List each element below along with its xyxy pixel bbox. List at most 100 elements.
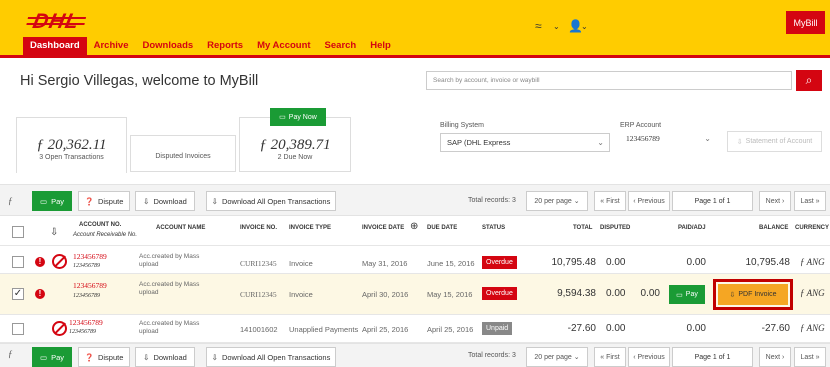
account-no[interactable]: 123456789 <box>73 281 107 290</box>
billing-system-label: Billing System <box>440 122 484 129</box>
nav-my-account[interactable]: My Account <box>250 37 317 55</box>
row-pay-button[interactable]: ▭ Pay <box>669 285 705 304</box>
chevron-down-icon[interactable]: ⌄ <box>581 22 588 31</box>
last-page-button[interactable]: Last » <box>794 347 826 367</box>
download-all-button[interactable]: ⇩ Download All Open Transactions <box>206 191 336 211</box>
account-name: Acc.created by Mass upload <box>139 281 200 296</box>
disputed-invoices-card[interactable]: Disputed Invoices <box>130 135 236 172</box>
open-transactions-card[interactable]: ƒ 20,362.11 3 Open Transactions <box>16 117 127 173</box>
col-status[interactable]: STATUS <box>482 225 505 231</box>
due-amount: ƒ 20,389.71 <box>259 137 331 153</box>
billing-system-select[interactable]: SAP (DHL Express ⌄ <box>440 133 610 152</box>
download-icon: ⇩ <box>50 227 59 238</box>
dhl-logo[interactable]: DHL <box>30 10 82 34</box>
col-due-date[interactable]: DUE DATE <box>427 225 457 231</box>
erp-account-value: 123456789 <box>626 134 660 143</box>
nav-reports[interactable]: Reports <box>200 37 250 55</box>
download-all-button[interactable]: ⇩ Download All Open Transactions <box>206 347 336 367</box>
dispute-button[interactable]: ❓ Dispute <box>78 347 130 367</box>
disputed: 0.00 <box>606 288 626 299</box>
download-all-label: Download All Open Transactions <box>221 352 331 362</box>
nav-dashboard[interactable]: Dashboard <box>23 37 87 55</box>
invoice-no[interactable]: CURI12345 <box>240 290 277 299</box>
pay-now-label: Pay Now <box>288 113 317 121</box>
invoice-date: April 30, 2016 <box>362 290 409 299</box>
mybill-button[interactable]: MyBill <box>786 11 825 34</box>
table-row[interactable] <box>0 274 830 315</box>
credit-card-icon: ▭ <box>676 291 683 299</box>
col-paid-adj[interactable]: PAID/ADJ <box>678 225 706 231</box>
pay-button[interactable]: ▭ Pay <box>32 347 72 367</box>
chevron-down-icon: ⌄ <box>597 138 604 147</box>
row-checkbox[interactable] <box>12 323 24 335</box>
download-icon: ⇩ <box>211 196 218 206</box>
dispute-button[interactable]: ❓ Dispute <box>78 191 130 211</box>
status-badge: Overdue <box>482 287 517 300</box>
col-account-no[interactable]: ACCOUNT NO. <box>79 222 121 228</box>
billing-system-value: SAP (DHL Express <box>447 138 511 147</box>
invoice-no[interactable]: CURI12345 <box>240 259 277 268</box>
download-button[interactable]: ⇩ Download <box>135 191 195 211</box>
per-page-value: 20 per page <box>534 353 572 361</box>
pdf-invoice-label: PDF Invoice <box>738 291 777 298</box>
download-all-label: Download All Open Transactions <box>221 196 331 206</box>
nav-search[interactable]: Search <box>318 37 364 55</box>
col-total[interactable]: TOTAL <box>573 225 592 231</box>
question-icon: ❓ <box>84 196 94 206</box>
account-no[interactable]: 123456789 <box>73 252 107 261</box>
download-button[interactable]: ⇩ Download <box>135 347 195 367</box>
total-records: Total records: 3 <box>468 197 516 204</box>
account-recv-no: 123456789 <box>73 263 100 269</box>
first-page-button[interactable]: « First <box>594 191 626 211</box>
col-currency[interactable]: CURRENCY <box>795 225 829 231</box>
previous-page-button[interactable]: ‹ Previous <box>628 191 670 211</box>
first-page-button[interactable]: « First <box>594 347 626 367</box>
paid-adj: 0.00 <box>686 323 706 334</box>
col-disputed[interactable]: DISPUTED <box>600 225 630 231</box>
nav-downloads[interactable]: Downloads <box>135 37 200 55</box>
col-invoice-no[interactable]: INVOICE NO. <box>240 225 277 231</box>
currency: ƒ ANG <box>800 323 825 333</box>
statement-label: Statement of Account <box>745 138 813 145</box>
erp-account-select[interactable]: 123456789 ⌄ <box>620 130 716 149</box>
download-icon: ⇩ <box>143 352 150 362</box>
col-account-name[interactable]: ACCOUNT NAME <box>156 225 205 231</box>
currency: ƒ ANG <box>800 257 825 267</box>
row-checkbox[interactable] <box>12 256 24 268</box>
table-toolbar-top: ƒ ▭ Pay ❓ Dispute ⇩ Download ⇩ Download All … <box>0 184 830 216</box>
search-input[interactable]: Search by account, invoice or waybill <box>426 71 792 90</box>
col-invoice-date[interactable]: INVOICE DATE <box>362 225 404 231</box>
page-indicator: Page 1 of 1 <box>672 191 753 211</box>
next-page-button[interactable]: Next › <box>759 347 791 367</box>
top-header: DHL ≈ ⌄ 👤 ⌄ MyBill Dashboard Archive Dow… <box>0 0 830 55</box>
row-checkbox-checked[interactable]: ✓ <box>12 288 24 300</box>
sort-icon[interactable]: ⊕ <box>410 221 418 232</box>
plane-icon[interactable]: ≈ <box>535 19 542 33</box>
pay-button[interactable]: ▭ Pay <box>32 191 72 211</box>
pay-now-button[interactable]: ▭ Pay Now <box>270 108 326 126</box>
previous-page-button[interactable]: ‹ Previous <box>628 347 670 367</box>
next-page-button[interactable]: Next › <box>759 191 791 211</box>
download-label: Download <box>153 352 187 362</box>
due-date: April 25, 2016 <box>427 325 474 334</box>
total: 10,795.48 <box>551 257 597 268</box>
last-page-button[interactable]: Last » <box>794 191 826 211</box>
nav-help[interactable]: Help <box>363 37 398 55</box>
per-page-select[interactable]: 20 per page ⌄ <box>526 347 588 367</box>
col-balance[interactable]: BALANCE <box>759 225 788 231</box>
chevron-down-icon[interactable]: ⌄ <box>553 22 560 31</box>
search-button[interactable]: ⌕ <box>796 70 822 91</box>
account-no[interactable]: 123456789 <box>69 318 103 327</box>
no-paper-icon <box>52 254 67 269</box>
account-recv-no: 123456789 <box>69 329 96 335</box>
currency-symbol: ƒ <box>8 349 13 359</box>
status-badge: Overdue <box>482 256 517 269</box>
pdf-invoice-button[interactable]: ⇩ PDF Invoice <box>718 284 788 305</box>
per-page-select[interactable]: 20 per page ⌄ <box>526 191 588 211</box>
col-invoice-type[interactable]: INVOICE TYPE <box>289 225 331 231</box>
invoice-no[interactable]: 141001602 <box>240 325 278 334</box>
balance: 10,795.48 <box>745 257 791 268</box>
select-all-checkbox[interactable] <box>12 226 24 238</box>
nav-archive[interactable]: Archive <box>87 37 136 55</box>
statement-of-account-button[interactable]: ⇩ Statement of Account <box>727 131 822 152</box>
